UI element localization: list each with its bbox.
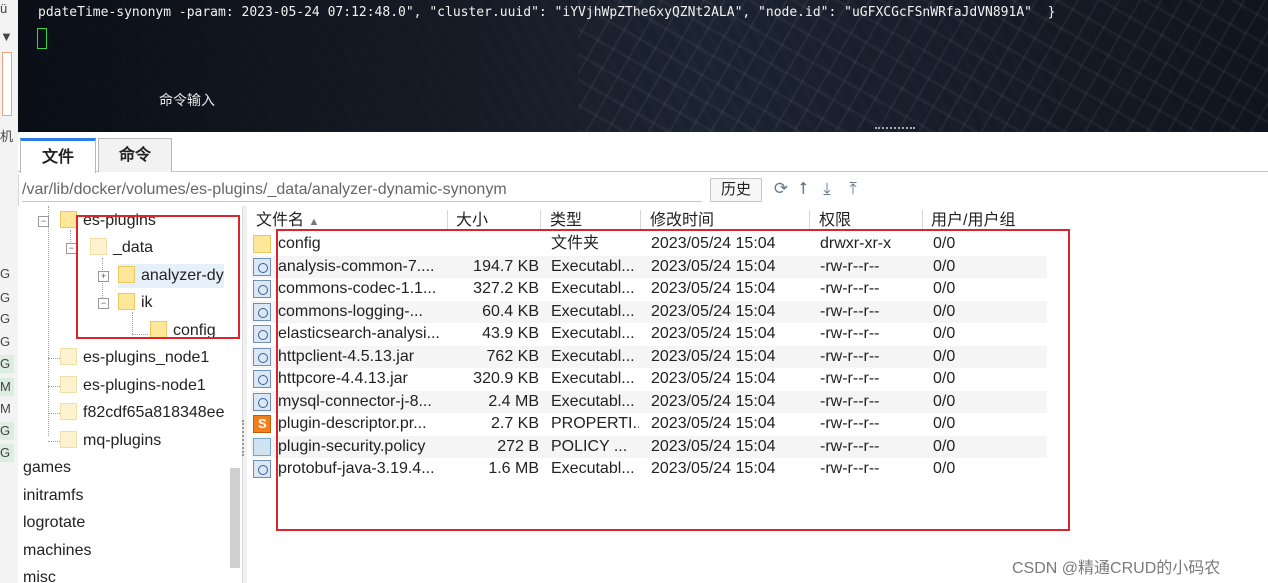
download-icon[interactable]: ⤓	[818, 178, 836, 200]
tree-item-initramfs[interactable]: initramfs	[23, 484, 83, 508]
history-button[interactable]: 历史	[710, 178, 762, 202]
highlight-box-tree	[76, 215, 240, 339]
jar-file-icon	[253, 370, 271, 388]
refresh-icon[interactable]: ⟳	[772, 178, 790, 200]
upload-icon[interactable]: ⤒	[844, 178, 862, 200]
jar-file-icon	[253, 302, 271, 321]
jar-file-icon	[253, 280, 271, 298]
column-separator[interactable]	[540, 210, 541, 230]
tree-item-logrotate[interactable]: logrotate	[23, 511, 85, 535]
jar-file-icon	[253, 325, 271, 343]
tree-connector	[48, 413, 60, 414]
collapse-icon[interactable]: −	[38, 216, 49, 227]
left-side-panel: ü ▼ 机 G G G G G M M G G	[0, 0, 19, 583]
policy-file-icon	[253, 437, 271, 456]
tree-item-label: es-plugins-node1	[83, 377, 206, 394]
strip-top-char: ü	[0, 1, 8, 16]
properties-file-icon	[253, 415, 271, 433]
column-separator[interactable]	[922, 210, 923, 230]
tab-commands[interactable]: 命令	[98, 138, 172, 172]
strip-char: G	[0, 422, 14, 440]
folder-icon	[60, 403, 77, 420]
folder-icon	[60, 348, 77, 365]
command-input-label[interactable]: 命令输入	[159, 90, 215, 110]
terminal-cursor	[37, 28, 47, 49]
jar-file-icon	[253, 460, 271, 478]
tree-item-label: es-plugins_node1	[83, 349, 210, 366]
tab-divider	[18, 171, 1268, 172]
strip-char: G	[0, 266, 11, 281]
tree-scrollbar[interactable]	[230, 468, 240, 568]
column-separator[interactable]	[640, 210, 641, 230]
tree-connector	[48, 206, 49, 436]
strip-char: G	[0, 311, 11, 326]
strip-label: 机	[0, 129, 14, 144]
column-label: 文件名	[256, 212, 305, 229]
tree-item-label: f82cdf65a818348ee	[83, 404, 225, 421]
path-input[interactable]: /var/lib/docker/volumes/es-plugins/_data…	[22, 179, 702, 202]
tree-item-es-plugins-node1[interactable]: es-plugins_node1	[60, 346, 209, 370]
watermark: CSDN @精通CRUD的小码农	[1012, 560, 1221, 577]
terminal-log-line: pdateTime-synonym -param: 2023-05-24 07:…	[38, 5, 1056, 20]
terminal-panel[interactable]: pdateTime-synonym -param: 2023-05-24 07:…	[18, 0, 1268, 132]
tab-files[interactable]: 文件	[20, 138, 96, 173]
column-separator[interactable]	[447, 210, 448, 230]
jar-file-icon	[253, 257, 271, 276]
tree-item-label: mq-plugins	[83, 432, 162, 449]
path-bar: /var/lib/docker/volumes/es-plugins/_data…	[18, 176, 1268, 206]
folder-icon	[60, 211, 77, 228]
upload-arrow-icon[interactable]: ⭡	[794, 178, 812, 200]
strip-char: G	[0, 290, 11, 305]
column-separator[interactable]	[809, 210, 810, 230]
tree-connector	[48, 441, 60, 442]
folder-icon	[253, 235, 271, 253]
strip-char: G	[0, 355, 14, 373]
strip-bar	[2, 52, 12, 116]
strip-char: G	[0, 444, 14, 462]
folder-icon	[60, 376, 77, 393]
strip-char: M	[0, 401, 11, 416]
folder-icon	[60, 431, 77, 448]
sort-ascending-icon: ▲	[308, 216, 320, 228]
tree-item-f82cdf[interactable]: f82cdf65a818348ee	[60, 401, 224, 425]
resize-handle[interactable]	[875, 127, 915, 132]
tree-connector	[48, 386, 60, 387]
tree-item-mq-plugins[interactable]: mq-plugins	[60, 429, 161, 453]
strip-char: M	[0, 378, 14, 396]
tree-connector	[48, 358, 60, 359]
tree-item-es-plugins-node1-dash[interactable]: es-plugins-node1	[60, 374, 206, 398]
jar-file-icon	[253, 347, 271, 366]
highlight-box-files	[276, 229, 1070, 531]
tree-item-machines[interactable]: machines	[23, 539, 91, 563]
strip-char: G	[0, 334, 11, 349]
tab-bar: 文件 命令	[18, 134, 1268, 174]
strip-dropdown-icon[interactable]: ▼	[0, 28, 14, 46]
tree-item-games[interactable]: games	[23, 456, 71, 480]
jar-file-icon	[253, 392, 271, 411]
tree-item-misc[interactable]: misc	[23, 566, 56, 583]
